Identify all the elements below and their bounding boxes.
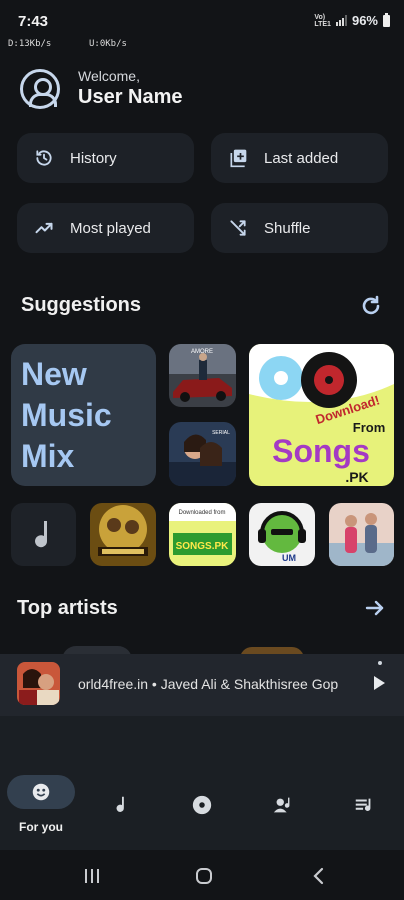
- album-art-warrior[interactable]: [90, 503, 156, 566]
- nav-artists[interactable]: [253, 785, 313, 825]
- home-icon[interactable]: [189, 862, 219, 890]
- album-art-car[interactable]: AMORE: [169, 344, 236, 407]
- nav-for-you[interactable]: [11, 772, 71, 812]
- most-played-button[interactable]: Most played: [17, 203, 194, 253]
- top-artists-title: Top artists: [17, 597, 118, 619]
- album-art-songspk-small[interactable]: Downloaded from SONGS.PK: [169, 503, 236, 566]
- history-button[interactable]: History: [17, 133, 194, 183]
- shuffle-label: Shuffle: [264, 219, 311, 237]
- battery-percent: 96%: [351, 13, 378, 28]
- albums-icon: [191, 794, 213, 816]
- progress-dot: [378, 661, 382, 665]
- songs-icon: [111, 794, 133, 816]
- svg-text:.PK: .PK: [345, 469, 368, 485]
- svg-text:SONGS.PK: SONGS.PK: [176, 541, 230, 552]
- status-bar: 7:43 D:13Kb/s U:0Kb/s Vo) LTE1 96%: [0, 0, 404, 54]
- back-icon[interactable]: [304, 862, 334, 890]
- album-art-couple[interactable]: SERIAL: [169, 422, 236, 486]
- for-you-icon: [30, 781, 52, 803]
- battery-icon: [383, 12, 390, 27]
- account-icon[interactable]: [20, 68, 60, 109]
- music-note-icon: [35, 521, 48, 548]
- svg-text:Downloaded from: Downloaded from: [178, 510, 225, 516]
- welcome-header: Welcome, User Name: [20, 68, 183, 109]
- nav-albums[interactable]: [172, 785, 232, 825]
- clock: 7:43: [18, 13, 49, 30]
- svg-text:AMORE: AMORE: [191, 349, 213, 355]
- upload-speed: U:0Kb/s: [89, 39, 127, 49]
- now-playing-art: [17, 662, 60, 705]
- nav-playlists[interactable]: [334, 785, 394, 825]
- svg-text:Songs: Songs: [272, 433, 370, 469]
- play-icon[interactable]: [374, 676, 385, 690]
- now-playing-text: orld4free.in • Javed Ali & Shakthisree G…: [78, 676, 339, 692]
- playlists-icon: [353, 794, 375, 816]
- network-type-icon: Vo) LTE1: [314, 13, 331, 28]
- shuffle-icon: [228, 218, 248, 238]
- refresh-icon[interactable]: [359, 294, 383, 318]
- artists-icon: [272, 794, 294, 816]
- last-added-label: Last added: [264, 149, 339, 167]
- new-music-mix-card[interactable]: New Music Mix: [11, 344, 156, 486]
- welcome-label: Welcome,: [78, 68, 140, 84]
- arrow-right-icon[interactable]: [363, 596, 387, 620]
- album-art-dance[interactable]: [329, 503, 394, 566]
- signal-icon: [335, 15, 347, 26]
- nav-songs[interactable]: [92, 785, 152, 825]
- svg-text:UM: UM: [282, 553, 296, 563]
- shuffle-button[interactable]: Shuffle: [211, 203, 388, 253]
- trending-up-icon: [34, 218, 54, 238]
- for-you-label[interactable]: For you: [0, 820, 82, 834]
- download-speed: D:13Kb/s: [8, 39, 52, 49]
- library-add-icon: [228, 148, 248, 168]
- history-icon: [34, 148, 54, 168]
- user-name: User Name: [78, 86, 183, 108]
- suggestions-title: Suggestions: [21, 294, 142, 316]
- history-label: History: [70, 149, 117, 167]
- mini-player[interactable]: orld4free.in • Javed Ali & Shakthisree G…: [0, 654, 404, 716]
- status-icons: Vo) LTE1 96%: [314, 12, 390, 28]
- svg-text:SERIAL: SERIAL: [212, 430, 230, 436]
- album-art-headphones[interactable]: UM: [249, 503, 315, 566]
- placeholder-music-tile[interactable]: [11, 503, 76, 566]
- most-played-label: Most played: [70, 219, 151, 237]
- last-added-button[interactable]: Last added: [211, 133, 388, 183]
- album-art-songspk-large[interactable]: Download! From Songs .PK: [249, 344, 394, 486]
- recent-apps-icon[interactable]: [77, 862, 107, 890]
